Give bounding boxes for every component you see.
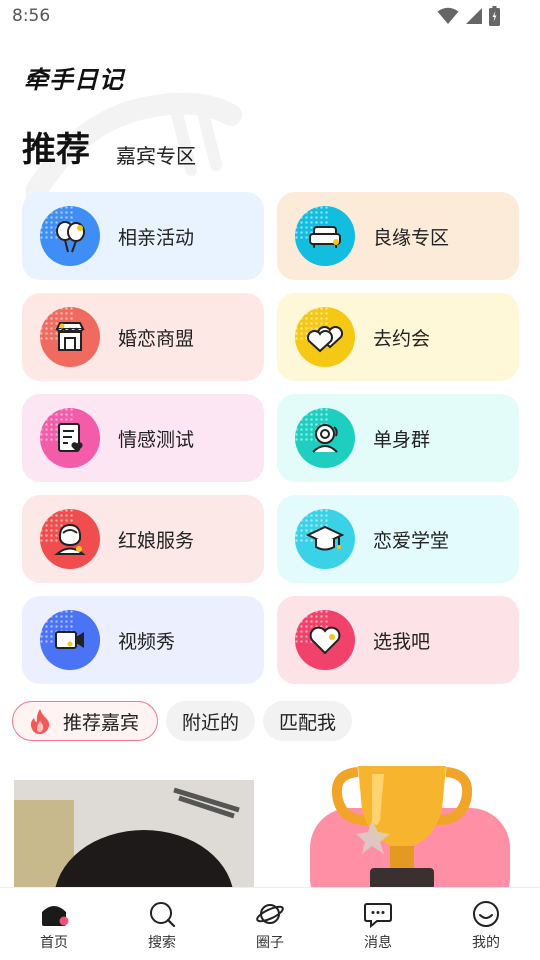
nav-label: 我的 xyxy=(472,935,500,951)
category-card-choose-me[interactable]: 选我吧 xyxy=(277,596,519,684)
tab-label: 匹配我 xyxy=(279,711,337,734)
category-card-love-school[interactable]: 恋爱学堂 xyxy=(277,495,519,583)
shop-icon xyxy=(40,307,100,367)
sofa-icon xyxy=(295,206,355,266)
category-card-good-match-zone[interactable]: 良缘专区 xyxy=(277,192,519,280)
signal-icon xyxy=(466,8,482,24)
graduation-cap-icon xyxy=(295,509,355,569)
category-card-video-show[interactable]: 视频秀 xyxy=(22,596,264,684)
nav-home[interactable]: 首页 xyxy=(0,888,108,960)
category-card-dating-event[interactable]: 相亲活动 xyxy=(22,192,264,280)
category-label: 视频秀 xyxy=(118,630,176,653)
search-icon xyxy=(150,902,176,928)
category-label: 红娘服务 xyxy=(118,529,195,552)
category-label: 选我吧 xyxy=(373,630,431,653)
guest-feed xyxy=(0,760,540,890)
category-label: 去约会 xyxy=(373,327,431,350)
category-card-matchmaker-service[interactable]: 红娘服务 xyxy=(22,495,264,583)
message-icon xyxy=(364,903,392,928)
guest-zone-link[interactable]: 嘉宾专区 xyxy=(116,140,196,169)
category-grid: 相亲活动 良缘专区 婚恋商盟 去约会 情感测试 单身群 红娘服务 恋爱学堂 视频… xyxy=(22,192,519,684)
guest-photo[interactable] xyxy=(14,780,254,890)
category-label: 恋爱学堂 xyxy=(373,529,450,552)
hearts-icon xyxy=(295,307,355,367)
category-label: 婚恋商盟 xyxy=(118,327,195,350)
category-card-go-date[interactable]: 去约会 xyxy=(277,293,519,381)
category-label: 单身群 xyxy=(373,428,431,451)
guest-filter-tabs: 推荐嘉宾 附近的 匹配我 xyxy=(12,701,353,741)
planet-icon xyxy=(256,904,284,924)
category-card-emotion-test[interactable]: 情感测试 xyxy=(22,394,264,482)
single-person-icon xyxy=(295,408,355,468)
recommend-title: 推荐 xyxy=(22,130,90,170)
heart-icon xyxy=(295,610,355,670)
trophy-icon xyxy=(310,766,510,890)
video-camera-icon xyxy=(40,610,100,670)
tab-label: 附近的 xyxy=(182,711,240,734)
nav-profile[interactable]: 我的 xyxy=(432,888,540,960)
matchmaker-icon xyxy=(40,509,100,569)
category-label: 情感测试 xyxy=(118,428,195,451)
balloons-icon xyxy=(40,206,100,266)
status-bar: 8:56 xyxy=(0,0,540,34)
category-label: 良缘专区 xyxy=(373,226,450,249)
tab-label: 推荐嘉宾 xyxy=(63,711,140,734)
nav-label: 首页 xyxy=(40,935,68,951)
nav-messages[interactable]: 消息 xyxy=(324,888,432,960)
test-paper-icon xyxy=(40,408,100,468)
fire-icon xyxy=(29,708,51,734)
home-icon xyxy=(42,906,69,926)
battery-icon xyxy=(489,6,500,26)
section-heading: 推荐 嘉宾专区 xyxy=(22,122,196,171)
status-time: 8:56 xyxy=(12,6,51,26)
category-card-marriage-alliance[interactable]: 婚恋商盟 xyxy=(22,293,264,381)
category-card-singles-group[interactable]: 单身群 xyxy=(277,394,519,482)
category-label: 相亲活动 xyxy=(118,226,195,249)
tab-match-me[interactable]: 匹配我 xyxy=(263,701,353,741)
wifi-icon xyxy=(437,7,459,24)
nav-label: 搜索 xyxy=(148,935,176,951)
nav-search[interactable]: 搜索 xyxy=(108,888,216,960)
photo-content xyxy=(14,780,254,890)
tab-recommended-guests[interactable]: 推荐嘉宾 xyxy=(12,701,159,741)
profile-icon xyxy=(473,901,499,927)
award-banner[interactable] xyxy=(292,760,522,890)
bottom-navigation: 首页 搜索 圈子 消息 我的 xyxy=(0,887,540,960)
nav-circle[interactable]: 圈子 xyxy=(216,888,324,960)
nav-label: 消息 xyxy=(364,935,392,951)
status-icons xyxy=(437,6,500,26)
nav-label: 圈子 xyxy=(256,935,284,951)
tab-nearby[interactable]: 附近的 xyxy=(166,701,256,741)
